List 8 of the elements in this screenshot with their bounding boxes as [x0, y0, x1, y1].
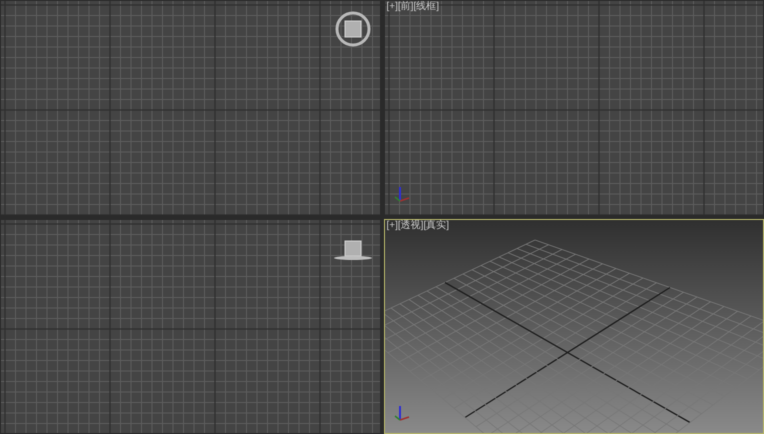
viewport-label[interactable]: [+][透视][真实]: [386, 220, 450, 232]
viewport[interactable]: [+][前][线框]: [384, 0, 764, 216]
axis-tripod-icon: [394, 187, 409, 202]
view-cube-icon[interactable]: [336, 12, 370, 46]
viewport-label[interactable]: [+][前][线框]: [386, 1, 440, 13]
view-cube-icon[interactable]: [334, 240, 372, 260]
viewport[interactable]: [+][透视][真实]: [384, 218, 764, 434]
axis-tripod-icon: [394, 406, 409, 420]
